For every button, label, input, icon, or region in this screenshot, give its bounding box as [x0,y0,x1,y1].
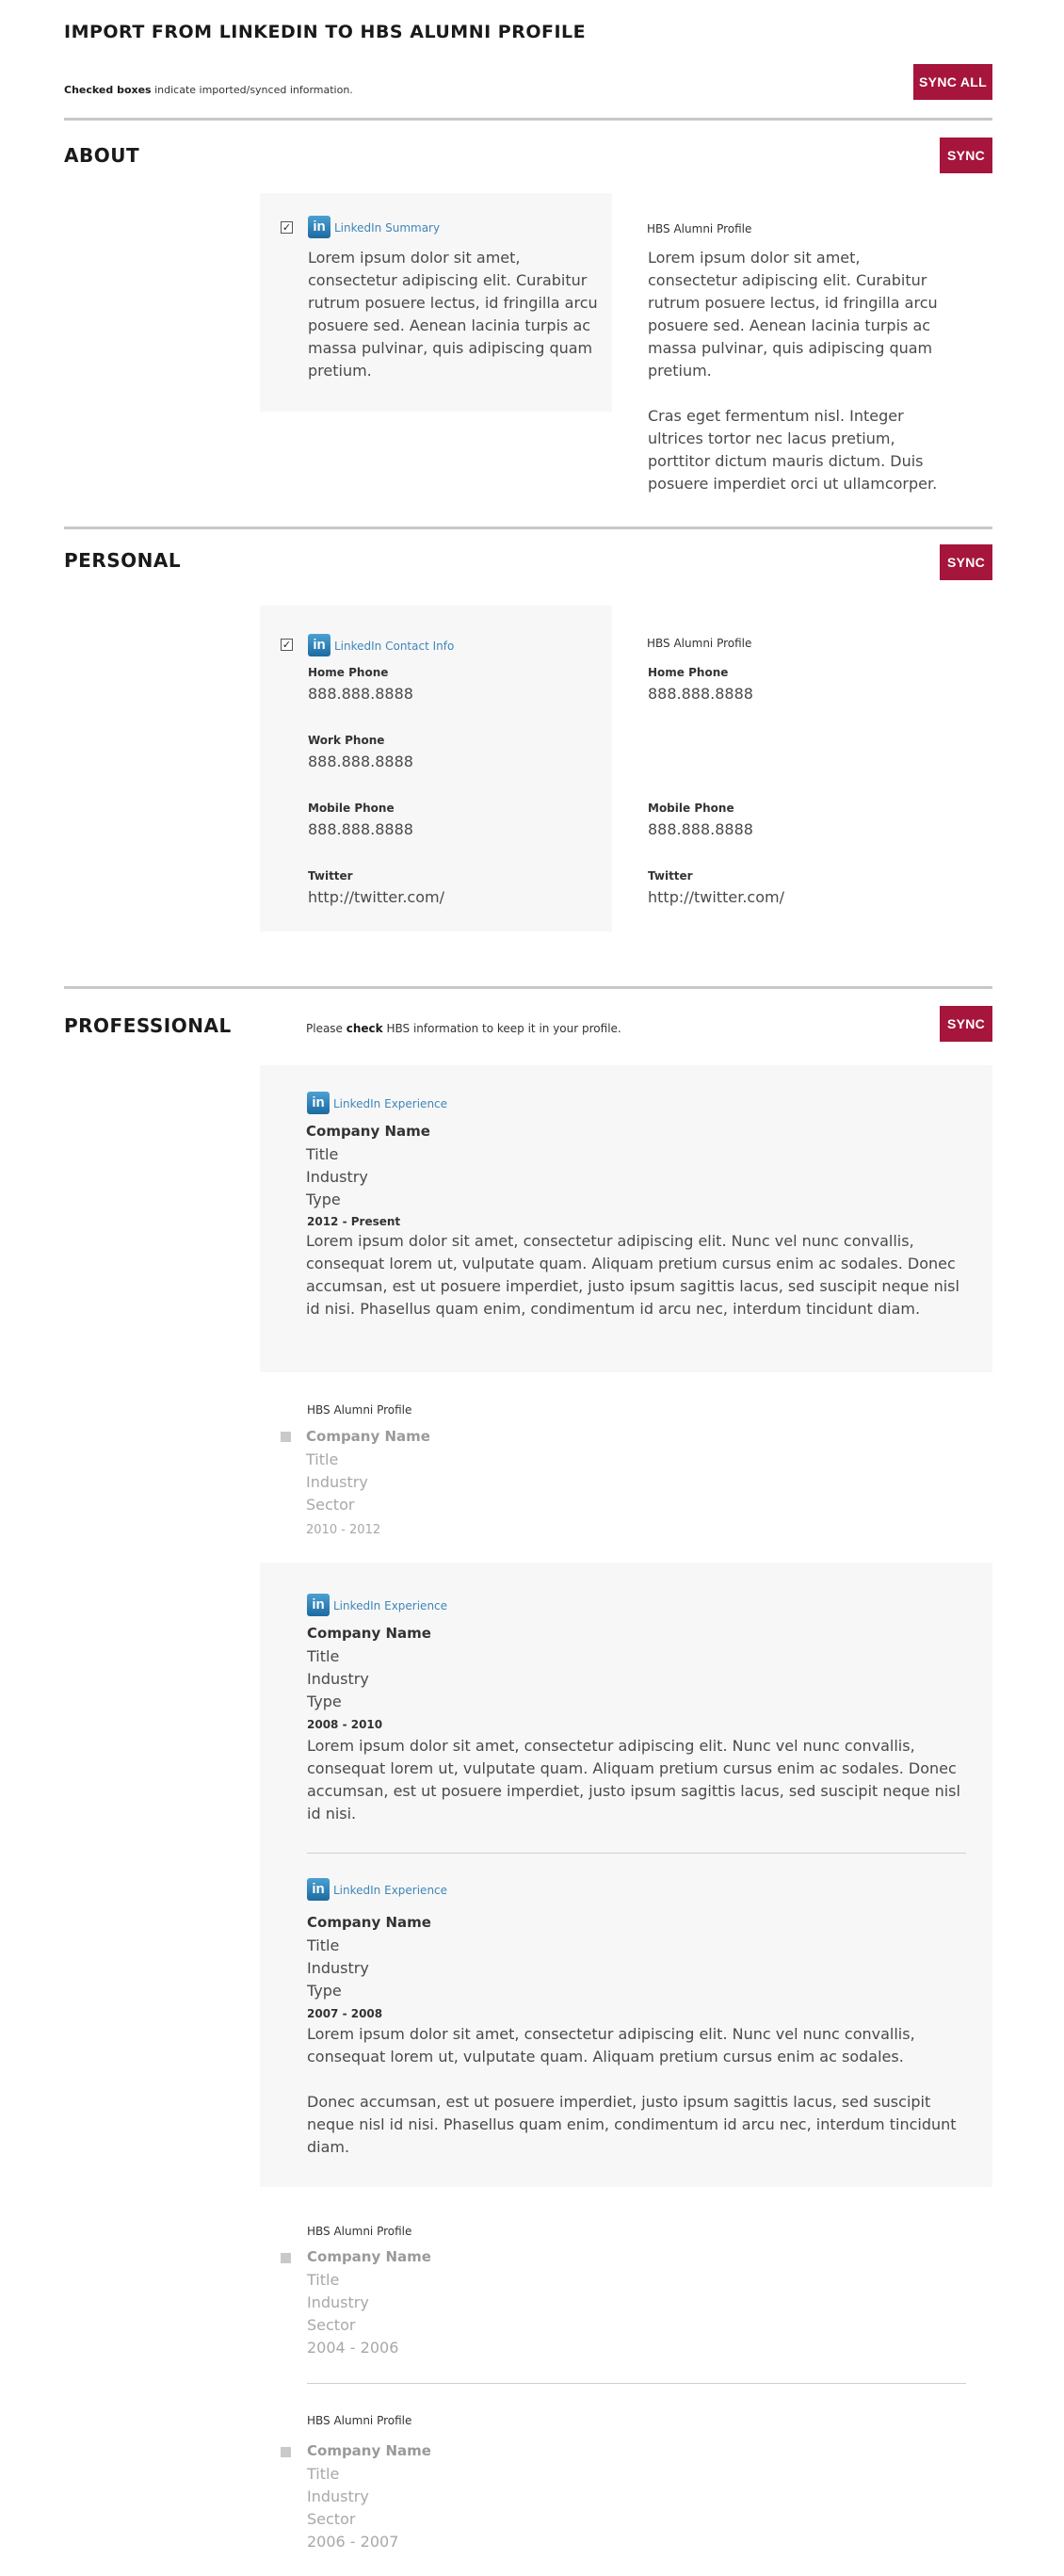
field-label: Work Phone [308,734,385,747]
hbs-profile-label: HBS Alumni Profile [307,2414,412,2427]
divider [64,118,992,121]
sync-professional-button[interactable]: SYNC [940,1006,992,1042]
job-title: Title [307,1647,340,1665]
field-value: http://twitter.com/ [308,888,444,906]
legend-rest: indicate imported/synced information. [151,84,353,96]
industry: Industry [307,2487,369,2505]
sector: Sector [307,2510,356,2528]
linkedin-experience-label: LinkedIn Experience [333,1599,448,1612]
job-description: Lorem ipsum dolor sit amet, consectetur … [306,1232,959,1318]
linkedin-summary-label: LinkedIn Summary [334,221,441,235]
linkedin-experience-label: LinkedIn Experience [333,1884,448,1897]
type: Type [307,1982,342,2000]
industry: Industry [307,2293,369,2311]
linkedin-icon: in [308,634,330,656]
note-post: HBS information to keep it in your profi… [382,1022,621,1035]
divider [64,527,992,529]
company-name: Company Name [307,1914,431,1931]
field-value: 888.888.8888 [308,820,413,838]
sync-about-button[interactable]: SYNC [940,138,992,173]
hbs-profile-label: HBS Alumni Profile [307,1403,412,1417]
checkbox-hbs-profile[interactable] [281,2447,291,2457]
linkedin-icon: in [308,216,330,238]
separator [307,2383,966,2384]
company-name: Company Name [306,1428,430,1445]
field-label: Home Phone [648,666,729,679]
field-value: http://twitter.com/ [648,888,784,906]
field-value: 888.888.8888 [648,685,753,703]
linkedin-icon: in [307,1594,330,1616]
linkedin-icon: in [307,1878,330,1901]
field-label: Mobile Phone [648,802,734,815]
field-label: Twitter [308,869,353,883]
note-pre: Please [306,1022,347,1035]
field-value: 888.888.8888 [308,753,413,770]
hbs-about-text-1: Lorem ipsum dolor sit amet, consectetur … [648,249,938,380]
type: Type [306,1191,341,1208]
company-name: Company Name [307,2248,431,2265]
checkbox-linkedin-summary[interactable]: ✓ [281,221,293,234]
industry: Industry [306,1473,368,1491]
job-description: Lorem ipsum dolor sit amet, consectetur … [307,1737,960,1823]
industry: Industry [307,1670,369,1688]
dates: 2006 - 2007 [307,2533,399,2551]
linkedin-experience-label: LinkedIn Experience [333,1097,448,1110]
checkbox-hbs-profile[interactable] [281,2253,291,2263]
dates: 2007 - 2008 [307,2007,383,2020]
job-description: Donec accumsan, est ut posuere imperdiet… [307,2093,957,2156]
job-title: Title [307,1936,340,1954]
checkbox-hbs-profile[interactable] [281,1432,291,1442]
job-title: Title [307,2271,340,2289]
legend-text: Checked boxes indicate imported/synced i… [64,84,353,96]
type: Type [307,1693,342,1710]
sector: Sector [307,2316,356,2334]
section-title-personal: PERSONAL [64,549,182,572]
field-label: Home Phone [308,666,389,679]
field-label: Twitter [648,869,693,883]
field-value: 888.888.8888 [308,685,413,703]
section-title-professional: PROFESSIONAL [64,1014,232,1037]
sync-all-button[interactable]: SYNC ALL [913,64,992,100]
separator [307,1853,966,1854]
dates: 2004 - 2006 [307,2339,399,2357]
hbs-profile-label: HBS Alumni Profile [307,2225,412,2238]
job-title: Title [307,2465,340,2483]
linkedin-summary-text: Lorem ipsum dolor sit amet, consectetur … [308,249,598,380]
page-title: IMPORT FROM LINKEDIN TO HBS ALUMNI PROFI… [64,22,587,42]
company-name: Company Name [307,1625,431,1642]
dates: 2012 - Present [307,1215,401,1228]
industry: Industry [307,1959,369,1977]
field-value: 888.888.8888 [648,820,753,838]
dates: 2010 - 2012 [306,1523,381,1537]
linkedin-contact-label: LinkedIn Contact Info [334,640,455,653]
company-name: Company Name [306,1123,430,1140]
linkedin-icon: in [307,1092,330,1114]
divider [64,986,992,989]
sector: Sector [306,1496,355,1514]
checkbox-linkedin-contact[interactable]: ✓ [281,639,293,651]
hbs-about-text-2: Cras eget fermentum nisl. Integer ultric… [648,407,938,493]
hbs-about-label: HBS Alumni Profile [647,222,752,235]
industry: Industry [306,1168,368,1186]
section-title-about: ABOUT [64,144,140,167]
professional-note: Please check HBS information to keep it … [306,1022,621,1035]
job-title: Title [306,1145,339,1163]
company-name: Company Name [307,2442,431,2459]
field-label: Mobile Phone [308,802,395,815]
job-title: Title [306,1450,339,1468]
job-description: Lorem ipsum dolor sit amet, consectetur … [307,2025,915,2066]
hbs-personal-label: HBS Alumni Profile [647,637,752,650]
dates: 2008 - 2010 [307,1718,383,1731]
sync-personal-button[interactable]: SYNC [940,544,992,580]
note-bold: check [346,1022,383,1035]
legend-bold: Checked boxes [64,84,152,96]
